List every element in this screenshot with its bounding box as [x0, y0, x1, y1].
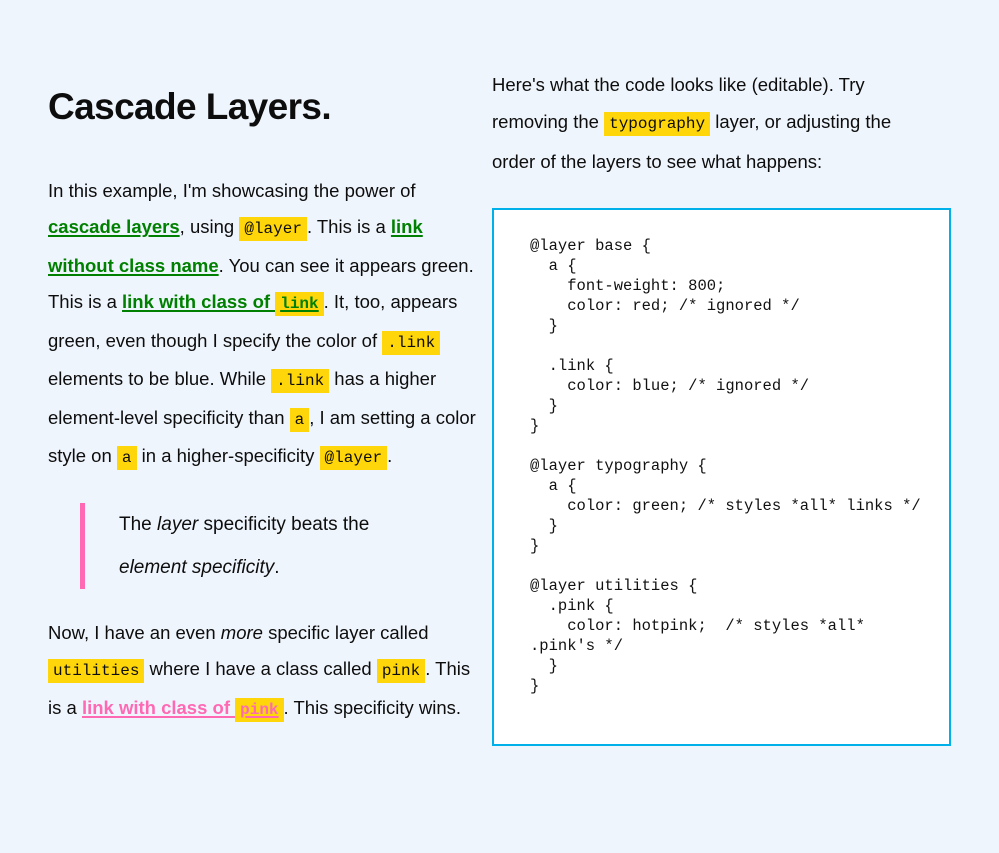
emphasis-layer: layer: [157, 513, 199, 535]
page-title: Cascade Layers.: [48, 86, 332, 127]
link-label: link with class of: [81, 696, 236, 718]
emphasis-more: more: [220, 621, 263, 643]
link-cascade-layers[interactable]: cascade layers: [48, 216, 180, 237]
blockquote-text: The layer specificity beats the element …: [119, 503, 440, 589]
code-dot-link: .link: [382, 330, 441, 355]
text-fragment: where I have a class called: [144, 658, 377, 680]
code-a-selector: a: [289, 407, 310, 432]
right-column: Here's what the code looks like (editabl…: [476, 0, 999, 746]
text-fragment: .: [387, 445, 393, 467]
text-fragment: . This is a: [306, 216, 391, 238]
code-a-selector: a: [116, 446, 137, 471]
text-fragment: elements to be blue. While: [48, 368, 272, 390]
code-at-layer: @layer: [319, 446, 388, 471]
code-pink-class: pink: [376, 659, 426, 684]
blockquote-layer-specificity: The layer specificity beats the element …: [80, 502, 440, 589]
code-editor-panel[interactable]: @layer base { a { font-weight: 800; colo…: [492, 208, 951, 746]
text-fragment: , using: [179, 216, 240, 238]
code-utilities: utilities: [48, 659, 145, 684]
text-fragment: in a higher-specificity: [136, 445, 320, 467]
code-typography-layer: typography: [604, 112, 711, 136]
link-with-class-of-pink[interactable]: link with class of pink: [81, 696, 284, 722]
text-fragment: In this example, I'm showcasing the powe…: [48, 179, 416, 201]
code-dot-link: .link: [271, 369, 330, 394]
utilities-paragraph: Now, I have an even more specific layer …: [48, 615, 476, 729]
code-intro-paragraph: Here's what the code looks like (editabl…: [492, 66, 912, 180]
text-fragment: . This specificity wins.: [283, 696, 462, 718]
code-link-class: link: [275, 292, 324, 317]
text-fragment: Now, I have an even: [48, 621, 221, 643]
emphasis-element-specificity: element specificity: [119, 556, 275, 578]
link-label: link with class of: [122, 291, 276, 313]
css-code[interactable]: @layer base { a { font-weight: 800; colo…: [530, 236, 927, 696]
left-column: Cascade Layers. In this example, I'm sho…: [0, 0, 476, 728]
cascade-layers-demo-page: Cascade Layers. In this example, I'm sho…: [0, 0, 999, 853]
link-with-class-of-link[interactable]: link with class of link: [122, 291, 324, 317]
text-fragment: specific layer called: [262, 621, 429, 643]
text-fragment: The: [119, 513, 158, 535]
text-fragment: .: [274, 556, 280, 578]
code-at-layer: @layer: [239, 217, 307, 242]
text-fragment: specificity beats the: [198, 513, 370, 535]
code-pink-class: pink: [235, 697, 284, 722]
intro-paragraph: In this example, I'm showcasing the powe…: [48, 173, 476, 477]
